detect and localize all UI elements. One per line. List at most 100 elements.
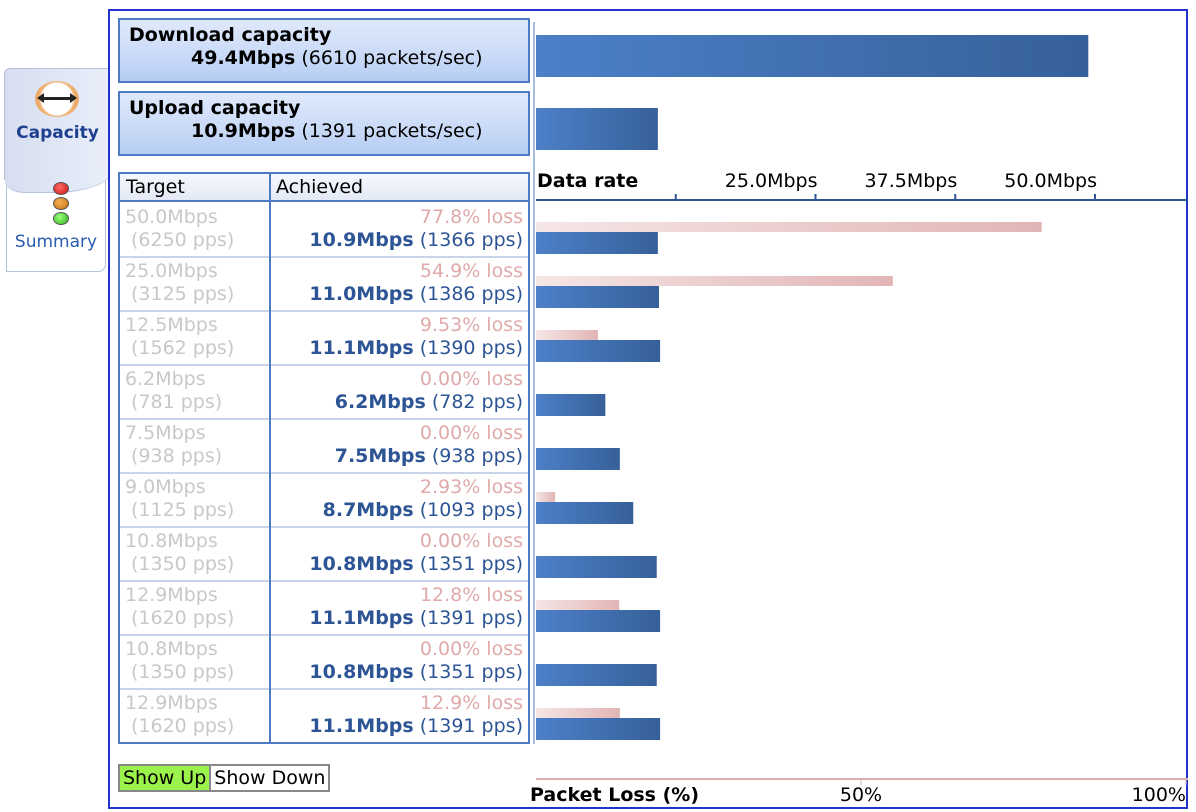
upload-capacity-title: Upload capacity	[129, 97, 301, 119]
achieved-cell: 0.00% loss 7.5Mbps (938 pps)	[335, 422, 523, 468]
achieved-value: 10.8Mbps (1351 pps)	[309, 661, 523, 684]
achieved-pps: (1391 pps)	[419, 715, 523, 737]
target-cell: 12.5Mbps (1562 pps)	[125, 314, 234, 360]
target-rate: 10.8Mbps	[125, 638, 218, 660]
target-cell: 9.0Mbps (1125 pps)	[125, 476, 234, 522]
achieved-pps: (1386 pps)	[419, 283, 523, 305]
loss-value: 0.00% loss	[419, 422, 523, 444]
tab-capacity[interactable]: Capacity	[4, 68, 112, 193]
achieved-pps: (1391 pps)	[419, 607, 523, 629]
upload-rate: 10.9Mbps	[191, 120, 296, 142]
table-header: Target Achieved	[120, 174, 528, 202]
target-cell: 6.2Mbps (781 pps)	[125, 368, 222, 414]
achieved-value: 6.2Mbps (782 pps)	[335, 391, 523, 414]
achieved-value: 11.1Mbps (1391 pps)	[309, 715, 523, 738]
achieved-rate: 6.2Mbps	[334, 391, 426, 413]
traffic-light-icon	[53, 182, 71, 227]
target-cell: 12.9Mbps (1620 pps)	[125, 584, 234, 630]
download-rate: 49.4Mbps	[191, 47, 296, 69]
achieved-rate: 11.1Mbps	[309, 715, 414, 737]
achieved-value: 11.0Mbps (1386 pps)	[309, 283, 523, 306]
header-achieved: Achieved	[276, 176, 364, 198]
achieved-cell: 9.53% loss 11.1Mbps (1390 pps)	[309, 314, 523, 360]
achieved-pps: (938 pps)	[431, 445, 523, 467]
achieved-rate: 11.0Mbps	[309, 283, 414, 305]
target-pps: (1125 pps)	[131, 499, 235, 521]
achieved-rate: 10.9Mbps	[309, 229, 414, 251]
target-rate: 50.0Mbps	[125, 206, 218, 228]
direction-toggle: Show Up Show Down	[118, 764, 331, 792]
achieved-rate: 8.7Mbps	[322, 499, 414, 521]
target-pps: (1620 pps)	[131, 715, 235, 737]
achieved-pps: (1366 pps)	[419, 229, 523, 251]
table-row: 10.8Mbps (1350 pps) 0.00% loss 10.8Mbps (13…	[120, 528, 528, 582]
target-cell: 10.8Mbps (1350 pps)	[125, 530, 234, 576]
achieved-value: 11.1Mbps (1391 pps)	[309, 607, 523, 630]
target-rate: 10.8Mbps	[125, 530, 218, 552]
achieved-cell: 12.8% loss 11.1Mbps (1391 pps)	[309, 584, 523, 630]
target-rate: 25.0Mbps	[125, 260, 218, 282]
download-packets: (6610 packets/sec)	[301, 47, 483, 69]
target-cell: 25.0Mbps (3125 pps)	[125, 260, 234, 306]
achieved-value: 10.9Mbps (1366 pps)	[309, 229, 523, 252]
target-pps: (938 pps)	[131, 445, 223, 467]
achieved-rate: 7.5Mbps	[334, 445, 426, 467]
achieved-value: 8.7Mbps (1093 pps)	[323, 499, 523, 522]
loss-value: 0.00% loss	[419, 368, 523, 390]
table-row: 12.9Mbps (1620 pps) 12.8% loss 11.1Mbps (13…	[120, 582, 528, 636]
target-pps: (1350 pps)	[131, 661, 235, 683]
target-rate: 12.9Mbps	[125, 692, 218, 714]
target-rate: 6.2Mbps	[125, 368, 206, 390]
download-capacity-value: 49.4Mbps (6610 packets/sec)	[129, 46, 528, 70]
achieved-pps: (1351 pps)	[419, 553, 523, 575]
target-cell: 10.8Mbps (1350 pps)	[125, 638, 234, 684]
achieved-cell: 2.93% loss 8.7Mbps (1093 pps)	[323, 476, 523, 522]
target-rate: 9.0Mbps	[125, 476, 206, 498]
target-pps: (1562 pps)	[131, 337, 235, 359]
achieved-rate: 10.8Mbps	[309, 553, 414, 575]
achieved-value: 10.8Mbps (1351 pps)	[309, 553, 523, 576]
table-row: 12.9Mbps (1620 pps) 12.9% loss 11.1Mbps (13…	[120, 690, 528, 744]
table-row: 50.0Mbps (6250 pps) 77.8% loss 10.9Mbps (13…	[120, 204, 528, 258]
loss-value: 12.9% loss	[419, 692, 523, 714]
achieved-pps: (1351 pps)	[419, 661, 523, 683]
table-row: 9.0Mbps (1125 pps) 2.93% loss 8.7Mbps (1093…	[120, 474, 528, 528]
results-table: Target Achieved 50.0Mbps (6250 pps) 77.8% …	[118, 172, 530, 744]
achieved-value: 7.5Mbps (938 pps)	[335, 445, 523, 468]
show-down-button[interactable]: Show Down	[211, 766, 329, 790]
tab-summary-label: Summary	[14, 232, 98, 252]
achieved-cell: 12.9% loss 11.1Mbps (1391 pps)	[309, 692, 523, 738]
target-pps: (6250 pps)	[131, 229, 235, 251]
achieved-rate: 11.1Mbps	[309, 607, 414, 629]
loss-value: 54.9% loss	[419, 260, 523, 282]
show-up-button[interactable]: Show Up	[120, 766, 212, 790]
target-pps: (3125 pps)	[131, 283, 235, 305]
loss-value: 9.53% loss	[419, 314, 523, 336]
loss-value: 2.93% loss	[419, 476, 523, 498]
target-rate: 12.5Mbps	[125, 314, 218, 336]
table-row: 12.5Mbps (1562 pps) 9.53% loss 11.1Mbps (13…	[120, 312, 528, 366]
target-cell: 50.0Mbps (6250 pps)	[125, 206, 234, 252]
upload-packets: (1391 packets/sec)	[301, 120, 483, 142]
download-capacity-title: Download capacity	[129, 24, 332, 46]
table-row: 7.5Mbps (938 pps) 0.00% loss 7.5Mbps (938 p…	[120, 420, 528, 474]
target-pps: (1350 pps)	[131, 553, 235, 575]
achieved-value: 11.1Mbps (1390 pps)	[309, 337, 523, 360]
column-divider	[269, 174, 271, 742]
achieved-cell: 0.00% loss 10.8Mbps (1351 pps)	[309, 638, 523, 684]
achieved-cell: 54.9% loss 11.0Mbps (1386 pps)	[309, 260, 523, 306]
table-row: 10.8Mbps (1350 pps) 0.00% loss 10.8Mbps (13…	[120, 636, 528, 690]
table-row: 6.2Mbps (781 pps) 0.00% loss 6.2Mbps (782 p…	[120, 366, 528, 420]
achieved-pps: (1093 pps)	[419, 499, 523, 521]
loss-value: 0.00% loss	[419, 638, 523, 660]
double-arrow-icon	[35, 81, 79, 117]
achieved-cell: 0.00% loss 10.8Mbps (1351 pps)	[309, 530, 523, 576]
achieved-pps: (782 pps)	[431, 391, 523, 413]
target-pps: (1620 pps)	[131, 607, 235, 629]
download-capacity-box: Download capacity 49.4Mbps (6610 packets…	[118, 18, 530, 83]
achieved-rate: 10.8Mbps	[309, 661, 414, 683]
tab-capacity-label: Capacity	[16, 123, 99, 143]
target-cell: 12.9Mbps (1620 pps)	[125, 692, 234, 738]
target-cell: 7.5Mbps (938 pps)	[125, 422, 222, 468]
achieved-cell: 0.00% loss 6.2Mbps (782 pps)	[335, 368, 523, 414]
